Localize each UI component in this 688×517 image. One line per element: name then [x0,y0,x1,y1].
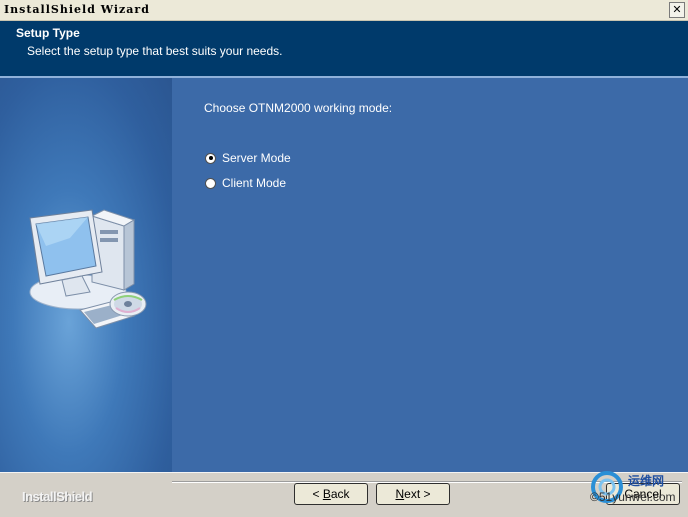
window-title: InstallShield Wizard [4,3,150,16]
main-panel: Choose OTNM2000 working mode: Server Mod… [172,78,688,472]
back-button[interactable]: < Back [294,483,368,505]
back-rest: ack [330,487,350,501]
close-icon: ✕ [672,3,682,16]
next-rest: ext > [404,487,431,501]
radio-unselected-icon[interactable] [205,177,216,189]
side-panel [0,78,172,472]
next-mnemonic: N [395,487,405,501]
watermark: 运维网 ©51yunwei.com [590,468,686,514]
installshield-brand: InstallShield [22,489,93,504]
option-server-mode[interactable]: Server Mode [205,150,291,166]
mode-prompt: Choose OTNM2000 working mode: [204,101,393,115]
page-title: Setup Type [16,26,80,40]
footer: InstallShield < Back Next > Cancel [0,472,688,517]
server-mode-label[interactable]: Server Mode [222,151,291,165]
client-mode-label[interactable]: Client Mode [222,176,286,190]
radio-selected-icon[interactable] [205,152,216,164]
header-banner: Setup Type Select the setup type that be… [0,21,688,78]
watermark-cn-text: 运维网 [628,474,665,488]
next-button[interactable]: Next > [376,483,450,505]
title-bar: InstallShield Wizard ✕ [0,0,688,21]
close-button[interactable]: ✕ [669,2,685,18]
page-subtitle: Select the setup type that best suits yo… [27,44,283,58]
option-client-mode[interactable]: Client Mode [205,175,286,191]
computer-cd-illustration [29,209,147,329]
back-prefix: < [312,487,323,501]
watermark-en-text: ©51yunwei.com [590,490,676,504]
back-mnemonic: B [322,487,331,501]
